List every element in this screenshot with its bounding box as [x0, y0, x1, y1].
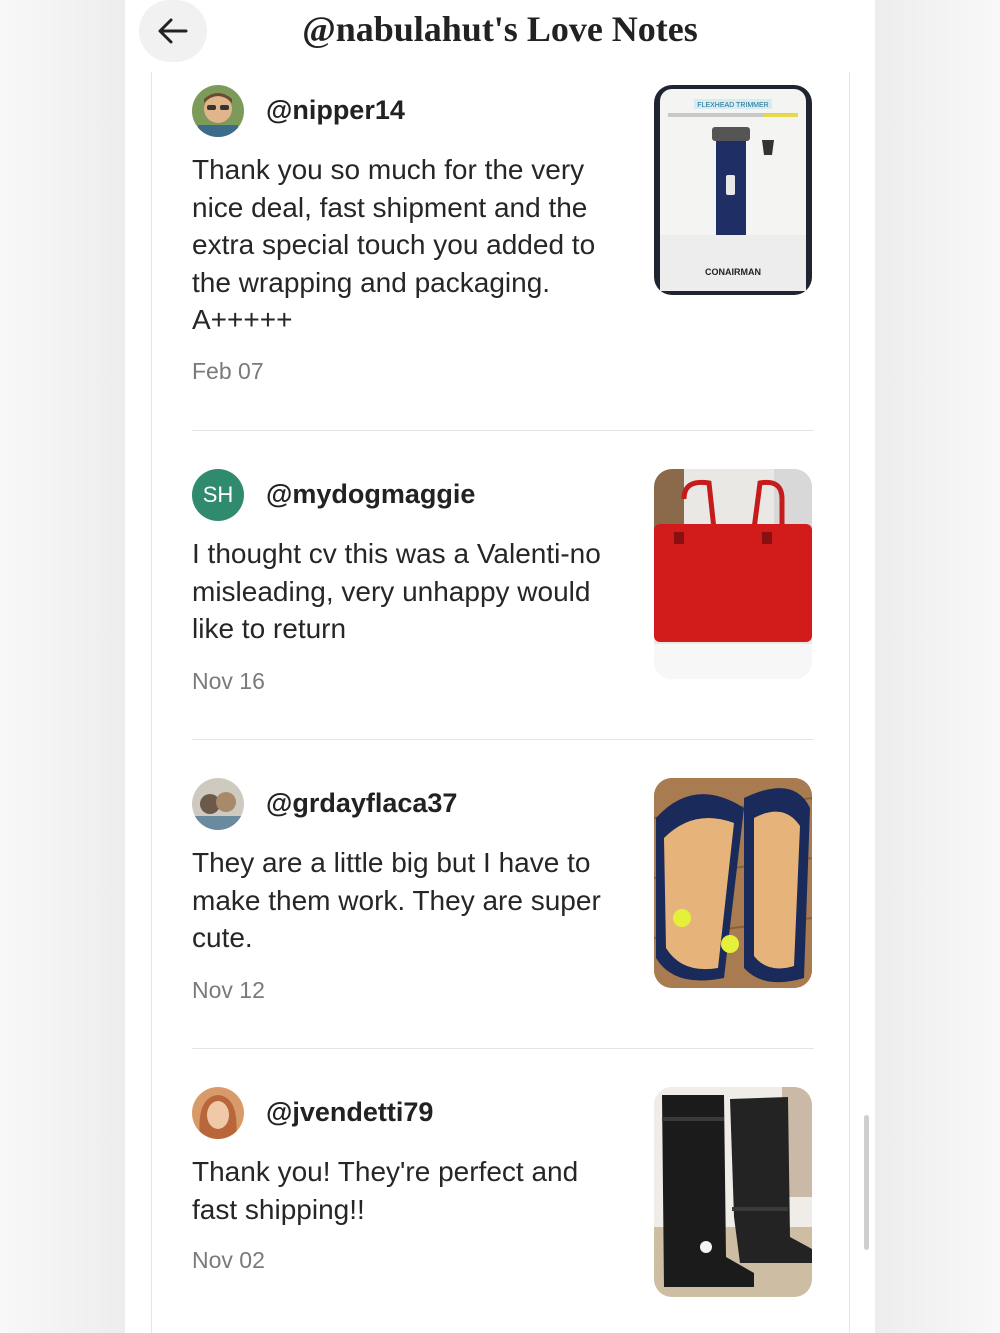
avatar[interactable] — [192, 85, 244, 137]
username[interactable]: @mydogmaggie — [266, 479, 475, 510]
product-thumbnail[interactable]: CONAIRMAN FLEXHEAD TRIMMER — [654, 85, 812, 295]
page-title: @nabulahut's Love Notes — [302, 9, 698, 49]
note-date: Nov 02 — [192, 1247, 265, 1273]
note-date: Nov 16 — [192, 668, 265, 694]
product-label: FLEXHEAD TRIMMER — [697, 102, 768, 109]
header: @nabulahut's Love Notes — [125, 0, 875, 62]
left-gutter — [0, 0, 125, 1333]
product-thumbnail[interactable] — [654, 778, 812, 988]
product-thumbnail[interactable] — [654, 469, 812, 679]
product-thumbnail[interactable] — [654, 1087, 812, 1297]
note-message: They are a little big but I have to make… — [192, 847, 601, 953]
divider — [192, 1048, 814, 1049]
note-message: Thank you so much for the very nice deal… — [192, 154, 596, 335]
love-note: @grdayflaca37 They are a little big but … — [192, 778, 814, 1018]
love-notes-screen: @nabulahut's Love Notes @nipper14 Thank … — [125, 0, 875, 1333]
love-note: @nipper14 Thank you so much for the very… — [192, 85, 814, 415]
username[interactable]: @nipper14 — [266, 95, 405, 126]
avatar[interactable] — [192, 1087, 244, 1139]
note-message: I thought cv this was a Valenti-no misle… — [192, 538, 601, 644]
right-gutter — [875, 0, 1000, 1333]
divider — [192, 430, 814, 431]
scrollbar[interactable] — [864, 1115, 869, 1250]
love-note: SH @mydogmaggie I thought cv this was a … — [192, 469, 814, 709]
avatar[interactable] — [192, 778, 244, 830]
love-note: @jvendetti79 Thank you! They're perfect … — [192, 1087, 814, 1333]
note-message: Thank you! They're perfect and fast ship… — [192, 1156, 579, 1225]
avatar[interactable]: SH — [192, 469, 244, 521]
divider — [192, 739, 814, 740]
username[interactable]: @grdayflaca37 — [266, 788, 457, 819]
brand-label: CONAIRMAN — [705, 267, 761, 277]
username[interactable]: @jvendetti79 — [266, 1097, 433, 1128]
note-date: Feb 07 — [192, 358, 264, 384]
note-date: Nov 12 — [192, 977, 265, 1003]
notes-list: @nipper14 Thank you so much for the very… — [151, 72, 850, 1333]
